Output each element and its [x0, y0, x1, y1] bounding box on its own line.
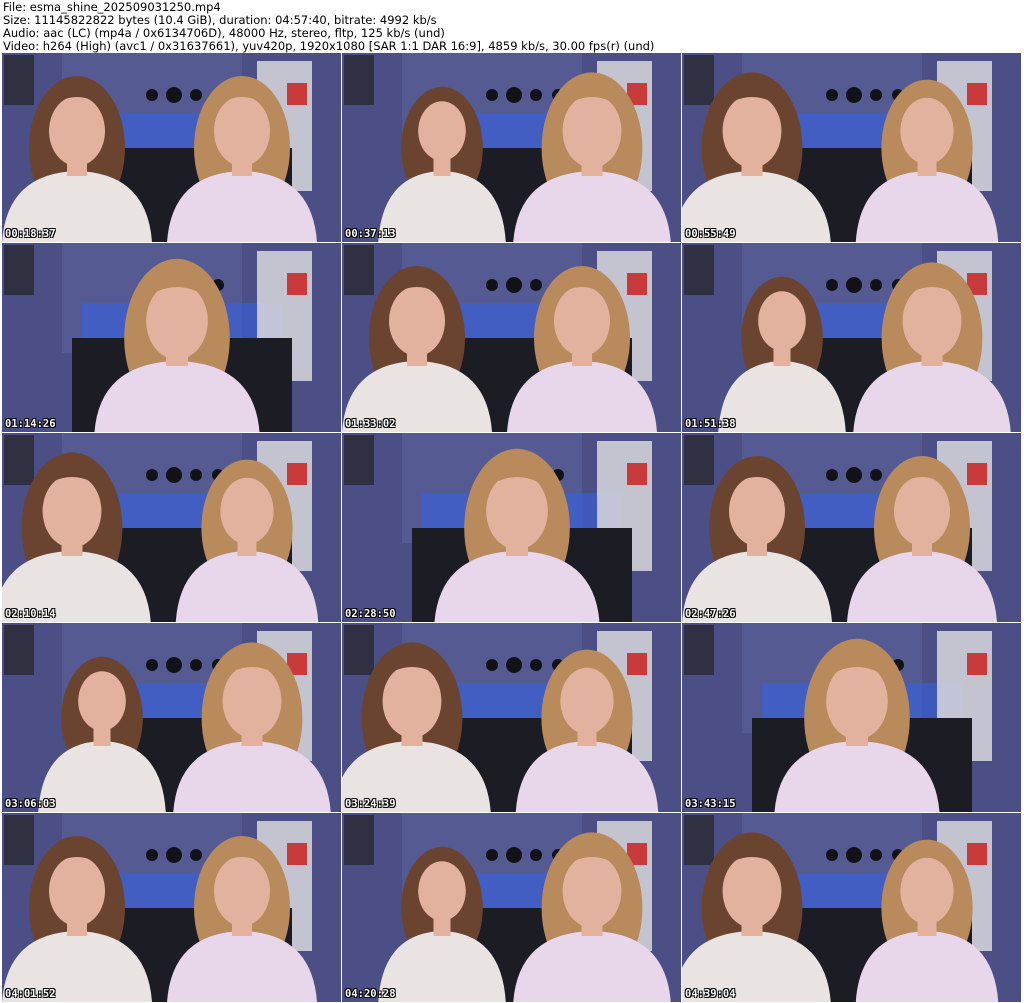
video-thumbnail[interactable]: 04:01:52	[2, 813, 341, 1002]
video-frame-icon	[682, 813, 1021, 1002]
video-frame-icon	[2, 243, 341, 432]
video-frame-icon	[2, 813, 341, 1002]
thumbnail-timestamp: 02:28:50	[345, 608, 396, 620]
thumbnail-timestamp: 00:37:13	[345, 228, 396, 240]
video-thumbnail[interactable]: 00:37:13	[342, 53, 681, 242]
video-thumbnail[interactable]: 02:10:14	[2, 433, 341, 622]
video-thumbnail[interactable]: 03:24:39	[342, 623, 681, 812]
video-frame-icon	[682, 53, 1021, 242]
video-thumbnail[interactable]: 01:14:26	[2, 243, 341, 432]
thumbnail-grid: 00:18:37 00:37:13 00:55:49 01:14:26 01:33:02…	[2, 53, 1022, 1003]
video-frame-icon	[2, 623, 341, 812]
video-thumbnail[interactable]: 02:28:50	[342, 433, 681, 622]
video-frame-icon	[682, 433, 1021, 622]
video-thumbnail[interactable]: 01:33:02	[342, 243, 681, 432]
thumbnail-timestamp: 02:10:14	[5, 608, 56, 620]
video-frame-icon	[342, 813, 681, 1002]
video-frame-icon	[2, 433, 341, 622]
thumbnail-timestamp: 01:33:02	[345, 418, 396, 430]
thumbnail-timestamp: 00:18:37	[5, 228, 56, 240]
video-thumbnail[interactable]: 01:51:38	[682, 243, 1021, 432]
thumbnail-timestamp: 04:01:52	[5, 988, 56, 1000]
thumbnail-timestamp: 01:51:38	[685, 418, 736, 430]
video-thumbnail[interactable]: 04:20:28	[342, 813, 681, 1002]
thumbnail-timestamp: 03:24:39	[345, 798, 396, 810]
video-thumbnail[interactable]: 04:39:04	[682, 813, 1021, 1002]
video-frame-icon	[682, 623, 1021, 812]
thumbnail-timestamp: 04:20:28	[345, 988, 396, 1000]
thumbnail-timestamp: 02:47:26	[685, 608, 736, 620]
thumbnail-timestamp: 01:14:26	[5, 418, 56, 430]
thumbnail-timestamp: 00:55:49	[685, 228, 736, 240]
video-frame-icon	[342, 433, 681, 622]
video-thumbnail[interactable]: 00:18:37	[2, 53, 341, 242]
video-thumbnail[interactable]: 02:47:26	[682, 433, 1021, 622]
video-frame-icon	[342, 53, 681, 242]
thumbnail-timestamp: 04:39:04	[685, 988, 736, 1000]
video-frame-icon	[2, 53, 341, 242]
video-frame-icon	[342, 623, 681, 812]
video-frame-icon	[342, 243, 681, 432]
thumbnail-timestamp: 03:06:03	[5, 798, 56, 810]
file-info-header: File: esma_shine_202509031250.mp4 Size: …	[0, 0, 1024, 53]
video-info-line: Video: h264 (High) (avc1 / 0x31637661), …	[3, 39, 655, 53]
video-thumbnail[interactable]: 03:06:03	[2, 623, 341, 812]
video-thumbnail[interactable]: 03:43:15	[682, 623, 1021, 812]
video-frame-icon	[682, 243, 1021, 432]
video-thumbnail[interactable]: 00:55:49	[682, 53, 1021, 242]
thumbnail-timestamp: 03:43:15	[685, 798, 736, 810]
